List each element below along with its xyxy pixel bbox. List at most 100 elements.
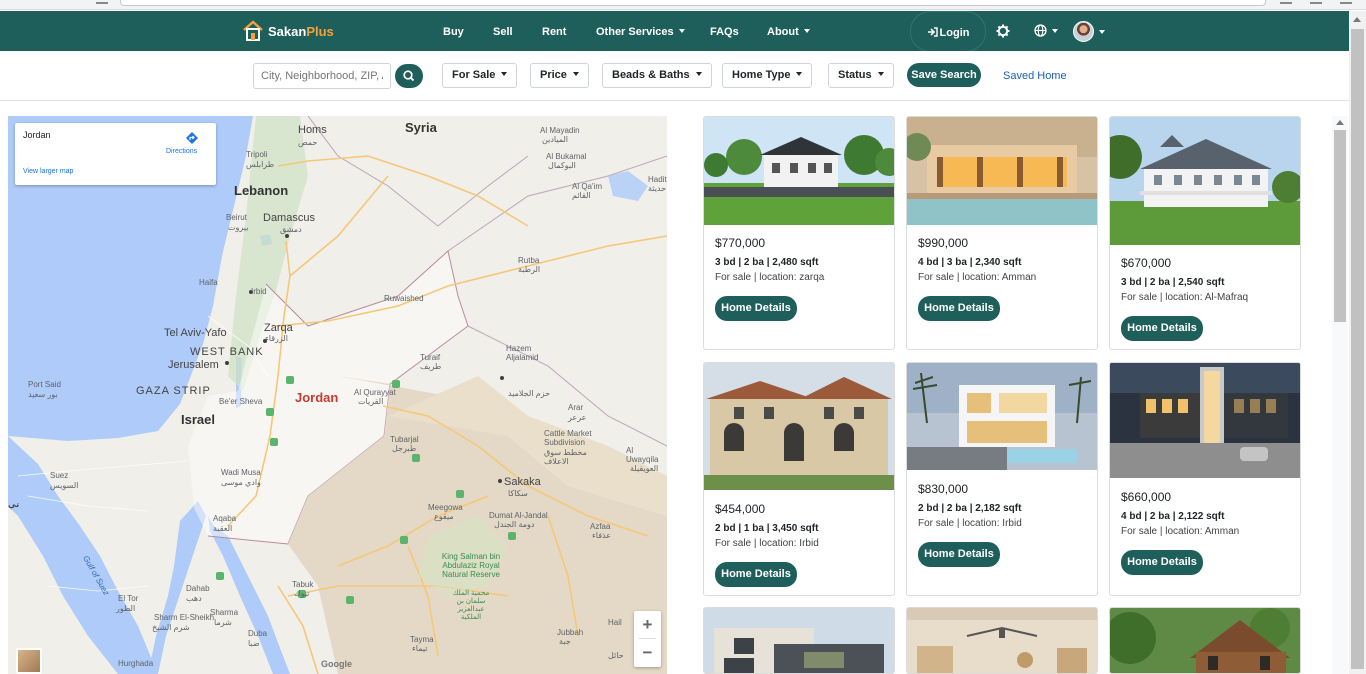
- search-button[interactable]: [395, 64, 423, 88]
- map-label: Rutba: [518, 256, 540, 265]
- login-button[interactable]: Login: [910, 11, 986, 52]
- listing-price: $990,000: [918, 236, 969, 250]
- listing-specs: 2 bd | 1 ba | 3,450 sqft: [715, 523, 819, 534]
- status-dropdown[interactable]: Status: [828, 63, 894, 88]
- chevron-down-icon: [796, 72, 803, 76]
- map-label: Dahab: [186, 584, 210, 593]
- nav-other-services-label: Other Services: [596, 26, 674, 38]
- page-scroll-thumb[interactable]: [1351, 29, 1364, 669]
- home-details-button[interactable]: Home Details: [715, 562, 797, 587]
- beds-baths-dropdown[interactable]: Beads & Baths: [602, 63, 712, 88]
- search-input[interactable]: [253, 63, 391, 89]
- home-details-button[interactable]: Home Details: [1121, 316, 1203, 341]
- for-sale-dropdown[interactable]: For Sale: [442, 63, 518, 88]
- scroll-up-icon[interactable]: [1353, 17, 1361, 22]
- browser-control-icon[interactable]: [1280, 0, 1292, 4]
- listing-specs: 4 bd | 2 ba | 2,122 sqft: [1121, 511, 1225, 522]
- chevron-down-icon: [1099, 29, 1105, 34]
- map-pegman-thumbnail[interactable]: [16, 648, 42, 674]
- map-label: دومة الجندل: [494, 520, 535, 529]
- map-label: Hail: [608, 618, 622, 627]
- save-search-button[interactable]: Save Search: [907, 63, 981, 87]
- map-label: شرما: [214, 618, 232, 627]
- price-label: Price: [540, 69, 567, 81]
- listing-specs: 4 bd | 3 ba | 2,340 sqft: [918, 257, 1022, 268]
- home-type-dropdown[interactable]: Home Type: [722, 63, 813, 88]
- map-label: Meegowa: [428, 503, 463, 512]
- home-details-button[interactable]: Home Details: [918, 542, 1000, 567]
- chevron-down-icon: [803, 29, 810, 33]
- map-label: Suez: [50, 471, 69, 480]
- map-label: وادي موسى: [221, 478, 261, 487]
- map-label: ضبا: [248, 639, 260, 648]
- top-navbar: SakanPlus Buy Sell Rent Other Services F…: [0, 11, 1366, 52]
- listing-card[interactable]: $990,000 4 bd | 3 ba | 2,340 sqft For sa…: [906, 116, 1098, 350]
- map-label: Beirut: [226, 213, 247, 222]
- browser-control-icon[interactable]: [96, 0, 108, 4]
- nav-sell[interactable]: Sell: [493, 11, 513, 51]
- view-larger-map-link[interactable]: View larger map: [23, 168, 73, 175]
- nav-about[interactable]: About: [767, 11, 810, 51]
- listing-price: $770,000: [715, 236, 766, 250]
- browser-control-icon[interactable]: [1340, 0, 1352, 4]
- map-label: Haditha: [648, 175, 667, 184]
- map-label: Port Said: [28, 380, 61, 389]
- browser-control-icon[interactable]: [1310, 0, 1322, 4]
- listing-card[interactable]: [1109, 607, 1301, 674]
- zoom-out-icon[interactable]: −: [634, 639, 661, 667]
- directions-icon[interactable]: [185, 131, 199, 145]
- map-embed[interactable]: Syria Homs حمص Tripoli طرابلس Lebanon Be…: [8, 116, 667, 674]
- listings-scrollbar[interactable]: [1332, 116, 1348, 674]
- map-label: WEST BANK: [190, 346, 264, 358]
- nav-rent[interactable]: Rent: [542, 11, 566, 51]
- avatar: [1073, 21, 1094, 42]
- map-label: Al Mayadin: [540, 126, 580, 135]
- home-details-button[interactable]: Home Details: [715, 296, 797, 321]
- address-bar[interactable]: [120, 0, 1266, 6]
- listing-card[interactable]: $830,000 2 bd | 2 ba | 2,182 sqft For sa…: [906, 362, 1098, 596]
- nav-faqs[interactable]: FAQs: [710, 11, 739, 51]
- home-details-button[interactable]: Home Details: [1121, 550, 1203, 575]
- scroll-up-icon[interactable]: [1336, 120, 1344, 125]
- map-label: Turaif: [420, 353, 441, 362]
- map-label: دمشق: [280, 225, 302, 234]
- map-label: Tayma: [410, 635, 434, 644]
- map-label: Ruwaished: [384, 294, 424, 303]
- page-scrollbar[interactable]: [1349, 11, 1366, 674]
- language-dropdown[interactable]: [1034, 24, 1058, 37]
- map-label: سكاكا: [508, 489, 528, 498]
- map-label: الزرقاء: [265, 334, 288, 343]
- brand-logo[interactable]: SakanPlus: [242, 19, 334, 43]
- map-label: Azfaa: [590, 522, 611, 531]
- map-label: Jubbah: [557, 628, 584, 637]
- map-label: Jerusalem: [168, 359, 219, 371]
- zoom-in-icon[interactable]: +: [634, 611, 661, 639]
- nav-buy[interactable]: Buy: [443, 11, 464, 51]
- listing-location: For sale | location: Irbid: [715, 538, 819, 549]
- map-label: Dumat Al-Jandal: [489, 511, 548, 520]
- directions-link[interactable]: Directions: [166, 148, 197, 155]
- beds-baths-label: Beads & Baths: [612, 69, 690, 81]
- listing-card[interactable]: [703, 607, 895, 674]
- nav-other-services[interactable]: Other Services: [596, 11, 685, 51]
- map-label: العقبة: [213, 524, 233, 533]
- user-menu[interactable]: [1073, 21, 1105, 42]
- listing-card[interactable]: $660,000 4 bd | 2 ba | 2,122 sqft For sa…: [1109, 362, 1301, 596]
- map-label: Duba: [248, 629, 268, 638]
- chevron-down-icon: [501, 72, 508, 76]
- listing-card[interactable]: $770,000 3 bd | 2 ba | 2,480 sqft For sa…: [703, 116, 895, 350]
- map-label: حمص: [298, 138, 318, 147]
- listing-card[interactable]: [906, 607, 1098, 674]
- listing-card[interactable]: $454,000 2 bd | 1 ba | 3,450 sqft For sa…: [703, 362, 895, 596]
- gear-icon[interactable]: [996, 24, 1010, 38]
- home-type-label: Home Type: [732, 69, 791, 81]
- listing-price: $454,000: [715, 502, 766, 516]
- listings-scroll-thumb[interactable]: [1334, 130, 1346, 322]
- saved-home-link[interactable]: Saved Home: [1003, 70, 1067, 82]
- map-label: عذفاء: [592, 531, 611, 540]
- home-details-button[interactable]: Home Details: [918, 296, 1000, 321]
- listing-card[interactable]: $670,000 3 bd | 2 ba | 2,540 sqft For sa…: [1109, 116, 1301, 350]
- price-dropdown[interactable]: Price: [530, 63, 589, 88]
- map-label: القائم: [572, 191, 591, 200]
- map-label: Sakaka: [504, 476, 541, 488]
